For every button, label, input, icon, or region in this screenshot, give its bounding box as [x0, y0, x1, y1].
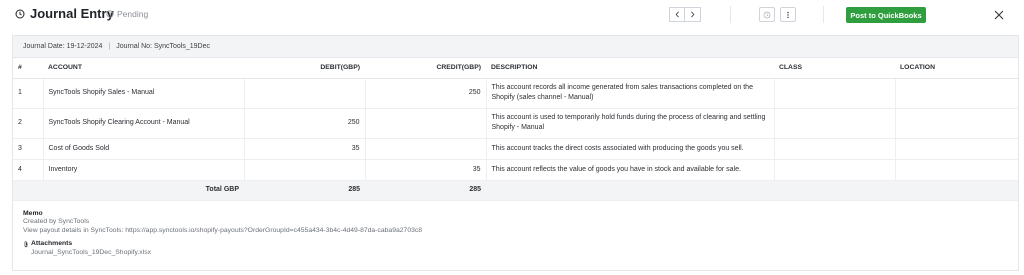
- more-options-button[interactable]: [780, 7, 796, 22]
- paperclip-icon: [24, 241, 28, 248]
- class-cell: [774, 108, 896, 139]
- column-header-location: LOCATION: [895, 58, 1018, 79]
- debit-cell: [244, 159, 366, 181]
- chevron-left-icon: [675, 11, 679, 18]
- account-cell: Cost of Goods Sold: [43, 138, 245, 160]
- debit-cell: 35: [244, 138, 366, 160]
- attachment-file-link[interactable]: Journal_SyncTools_19Dec_Shopify.xlsx: [23, 249, 1008, 258]
- description-cell: This account is used to temporarily hold…: [486, 108, 775, 139]
- pending-clock-icon: [106, 10, 114, 18]
- payout-link[interactable]: View payout details in SyncTools: https:…: [23, 227, 1008, 236]
- location-cell: [895, 108, 1018, 139]
- row-number: 3: [13, 138, 44, 160]
- description-cell: This account reflects the value of goods…: [486, 159, 775, 181]
- attachments-title: Attachments: [31, 240, 73, 247]
- status-label: Pending: [117, 9, 149, 19]
- column-header-debit: DEBIT(GBP): [244, 58, 365, 79]
- memo-title: Memo: [23, 209, 43, 217]
- history-icon: [763, 11, 771, 18]
- credit-cell: [365, 138, 487, 160]
- table-row: 4 Inventory 35 This account reflects the…: [13, 159, 1018, 181]
- journal-date: Journal Date: 19-12-2024: [23, 43, 103, 50]
- header: Journal Entry Pending Post to QuickBooks: [0, 0, 1024, 30]
- memo-line: Created by SyncTools: [23, 218, 90, 225]
- total-spacer: [774, 180, 895, 201]
- attachments-heading: Attachments: [23, 240, 1008, 249]
- description-cell: This account records all income generate…: [486, 78, 775, 109]
- class-cell: [774, 78, 896, 109]
- more-vertical-icon: [787, 11, 789, 18]
- table-header-row: # ACCOUNT DEBIT(GBP) CREDIT(GBP) DESCRIP…: [13, 58, 1018, 79]
- next-button[interactable]: [685, 7, 701, 22]
- row-number: 1: [13, 78, 44, 109]
- journal-icon: [15, 9, 25, 19]
- post-to-quickbooks-button[interactable]: Post to QuickBooks: [846, 7, 926, 23]
- total-credit: 285: [365, 180, 486, 201]
- status-badge: Pending: [106, 9, 148, 19]
- account-cell: SyncTools Shopify Sales - Manual: [43, 78, 245, 109]
- row-number: 4: [13, 159, 44, 181]
- location-cell: [895, 159, 1018, 181]
- account-cell: Inventory: [43, 159, 245, 181]
- column-header-account: ACCOUNT: [43, 58, 244, 79]
- total-label: Total GBP: [43, 180, 244, 201]
- column-header-description: DESCRIPTION: [486, 58, 774, 79]
- credit-cell: [365, 108, 487, 139]
- class-cell: [774, 159, 896, 181]
- table-row: 3 Cost of Goods Sold 35 This account tra…: [13, 138, 1018, 160]
- total-debit: 285: [244, 180, 365, 201]
- location-cell: [895, 138, 1018, 160]
- description-cell: This account tracks the direct costs ass…: [486, 138, 775, 160]
- close-icon[interactable]: [993, 9, 1005, 21]
- total-row: Total GBP 285 285: [13, 180, 1018, 201]
- column-header-credit: CREDIT(GBP): [365, 58, 486, 79]
- memo-section: Memo Created by SyncTools View payout de…: [13, 201, 1018, 258]
- debit-cell: 250: [244, 108, 366, 139]
- journal-meta: Journal Date: 19-12-2024 | Journal No: S…: [13, 36, 1018, 58]
- divider: [730, 6, 731, 23]
- class-cell: [774, 138, 896, 160]
- page-title: Journal Entry: [30, 6, 114, 21]
- total-spacer: [486, 180, 774, 201]
- location-cell: [895, 78, 1018, 109]
- journal-number: Journal No: SyncTools_19Dec: [116, 43, 210, 50]
- history-button[interactable]: [759, 7, 775, 22]
- total-spacer: [895, 180, 1018, 201]
- table-row: 1 SyncTools Shopify Sales - Manual 250 T…: [13, 78, 1018, 109]
- journal-lines-table: # ACCOUNT DEBIT(GBP) CREDIT(GBP) DESCRIP…: [13, 58, 1018, 201]
- pagination-nav: [669, 7, 701, 22]
- credit-cell: 35: [365, 159, 487, 181]
- meta-separator: |: [108, 43, 111, 50]
- journal-card: Journal Date: 19-12-2024 | Journal No: S…: [12, 35, 1019, 271]
- column-header-number: #: [13, 58, 43, 79]
- chevron-right-icon: [691, 11, 695, 18]
- debit-cell: [244, 78, 366, 109]
- previous-button[interactable]: [669, 7, 685, 22]
- column-header-class: CLASS: [774, 58, 895, 79]
- row-number: 2: [13, 108, 44, 139]
- credit-cell: 250: [365, 78, 487, 109]
- table-row: 2 SyncTools Shopify Clearing Account - M…: [13, 108, 1018, 139]
- divider: [823, 6, 824, 23]
- account-cell: SyncTools Shopify Clearing Account - Man…: [43, 108, 245, 139]
- total-spacer: [13, 180, 43, 201]
